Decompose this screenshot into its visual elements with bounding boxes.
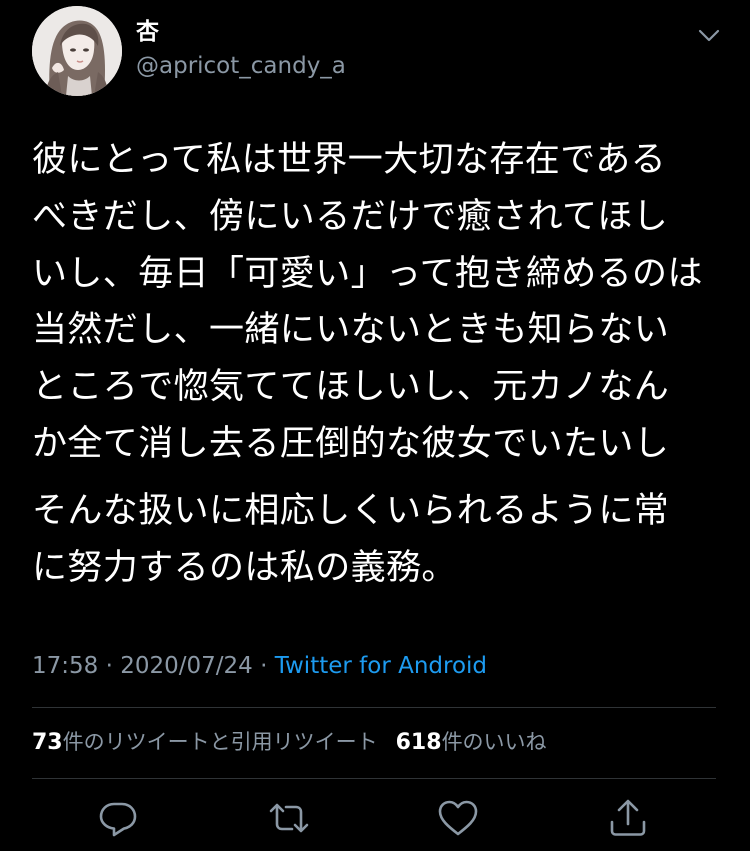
tweet-line: 彼にとって私は世界一大切な存在である <box>32 140 667 180</box>
user-handle[interactable]: @apricot_candy_a <box>136 52 346 80</box>
share-icon[interactable] <box>606 796 650 840</box>
tweet-meta: 17:58 · 2020/07/24 · Twitter for Android <box>32 650 487 682</box>
action-bar <box>0 796 750 844</box>
like-stat[interactable]: 618件のいいね <box>395 730 547 755</box>
retweet-count: 73 <box>32 730 63 755</box>
tweet-line: べきだし、傍にいるだけで癒されてほし <box>32 196 669 237</box>
avatar-illustration <box>32 6 122 96</box>
tweet-line: いし、毎日「可愛い」って抱き締めるのは <box>32 253 703 294</box>
tweet-paragraph: そんな扱いに相応しくいられるように常 に努力するのは私の義務。 <box>32 483 722 597</box>
tweet-paragraph: 彼にとって私は世界一大切な存在である べきだし、傍にいるだけで癒されてほし いし… <box>32 132 722 473</box>
tweet-line: 当然だし、一緒にいないときも知らない <box>32 310 670 351</box>
chevron-down-icon[interactable] <box>696 22 722 48</box>
tweet-text: 彼にとって私は世界一大切な存在である べきだし、傍にいるだけで癒されてほし いし… <box>32 132 722 596</box>
meta-separator: · <box>260 653 268 679</box>
tweet-date[interactable]: 2020/07/24 <box>120 653 253 679</box>
like-label: 件のいいね <box>441 730 547 754</box>
divider <box>32 707 716 708</box>
heart-icon[interactable] <box>436 796 480 840</box>
tweet-header: 杏 @apricot_candy_a <box>32 6 722 96</box>
tweet-source-link[interactable]: Twitter for Android <box>275 653 487 679</box>
meta-separator: · <box>105 653 113 679</box>
retweet-icon[interactable] <box>267 796 311 840</box>
avatar[interactable] <box>32 6 122 96</box>
tweet-line: に努力するのは私の義務。 <box>32 547 457 588</box>
tweet-line: そんな扱いに相応しくいられるように常 <box>32 490 670 531</box>
tweet-line: ところで惚気ててほしいし、元カノなん <box>32 367 670 408</box>
tweet-time[interactable]: 17:58 <box>32 653 98 679</box>
display-name[interactable]: 杏 <box>136 18 159 46</box>
like-count: 618 <box>395 730 442 755</box>
tweet-line: か全て消し去る圧倒的な彼女でいたいし <box>32 423 670 464</box>
reply-icon[interactable] <box>96 796 140 840</box>
retweet-label: 件のリツイートと引用リツイート <box>62 730 378 754</box>
retweet-stat[interactable]: 73件のリツイートと引用リツイート <box>32 730 378 755</box>
tweet-stats: 73件のリツイートと引用リツイート 618件のいいね <box>32 726 547 759</box>
divider <box>32 778 716 779</box>
